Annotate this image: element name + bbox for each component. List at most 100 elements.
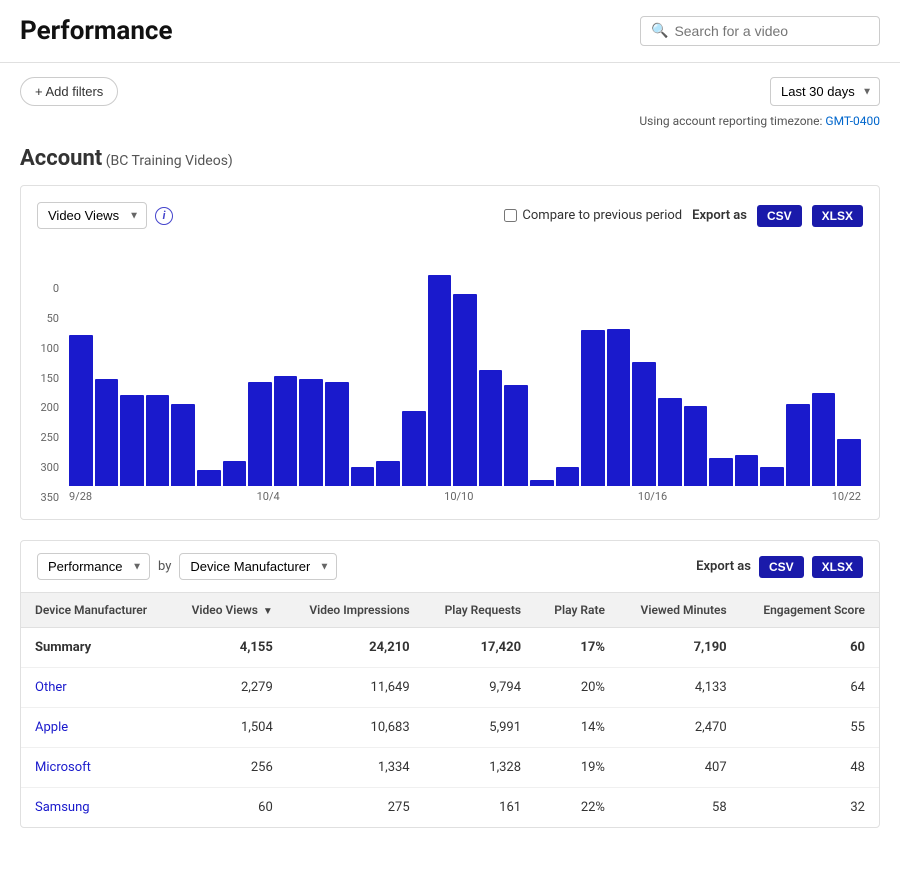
table-export-label: Export as	[696, 559, 751, 574]
compare-checkbox[interactable]	[504, 209, 517, 222]
table-cell: 64	[741, 668, 879, 708]
bar[interactable]	[581, 330, 605, 486]
toolbar: + Add filters Last 30 days	[0, 63, 900, 112]
bar[interactable]	[760, 467, 784, 486]
x-axis-label: 10/4	[257, 490, 280, 503]
table-cell: 161	[424, 788, 535, 828]
table-header-cell[interactable]: Viewed Minutes	[619, 593, 741, 628]
table-toolbar-right: Export as CSV XLSX	[696, 556, 863, 578]
bar[interactable]	[248, 382, 272, 486]
timezone-row: Using account reporting timezone: GMT-04…	[0, 112, 900, 136]
table-cell: 4,133	[619, 668, 741, 708]
bar[interactable]	[95, 379, 119, 486]
bar[interactable]	[428, 275, 452, 486]
metric-select-wrapper: Video Views	[37, 202, 147, 229]
bar[interactable]	[402, 411, 426, 486]
y-axis-label: 250	[37, 432, 59, 443]
x-axis-label: 10/22	[832, 490, 861, 503]
compare-label[interactable]: Compare to previous period	[504, 208, 682, 223]
table-head: Device ManufacturerVideo Views ▼Video Im…	[21, 593, 879, 628]
y-axis: 350300250200150100500	[37, 283, 67, 503]
bar[interactable]	[351, 467, 375, 486]
bar[interactable]	[632, 362, 656, 486]
x-axis-label: 9/28	[69, 490, 92, 503]
bar[interactable]	[530, 480, 554, 486]
table-cell-name[interactable]: Samsung	[21, 788, 170, 828]
bar[interactable]	[607, 329, 631, 486]
chart-toolbar-left: Video Views i	[37, 202, 173, 229]
table-header-cell[interactable]: Engagement Score	[741, 593, 879, 628]
export-label: Export as	[692, 208, 747, 223]
table-body: Summary4,15524,21017,42017%7,19060Other2…	[21, 628, 879, 828]
bar[interactable]	[479, 370, 503, 486]
table-header-cell[interactable]: Device Manufacturer	[21, 593, 170, 628]
bar[interactable]	[146, 395, 170, 486]
search-box[interactable]: 🔍	[640, 16, 880, 46]
device-select[interactable]: Device Manufacturer	[179, 553, 337, 580]
bar[interactable]	[812, 393, 836, 486]
bar[interactable]	[325, 382, 349, 486]
bar[interactable]	[504, 385, 528, 486]
bar[interactable]	[837, 439, 861, 486]
table-cell: 1,328	[424, 748, 535, 788]
table-header-cell[interactable]: Video Views ▼	[170, 593, 286, 628]
info-icon[interactable]: i	[155, 207, 173, 225]
bar[interactable]	[735, 455, 759, 486]
chart-toolbar-right: Compare to previous period Export as CSV…	[504, 205, 863, 227]
table-cell: 2,279	[170, 668, 286, 708]
bar[interactable]	[786, 404, 810, 486]
table-header-cell[interactable]: Play Requests	[424, 593, 535, 628]
table-cell-name[interactable]: Other	[21, 668, 170, 708]
table-cell: 20%	[535, 668, 619, 708]
bar[interactable]	[376, 461, 400, 486]
timezone-text: Using account reporting timezone:	[639, 114, 822, 128]
bar[interactable]	[120, 395, 144, 486]
chart-container: Video Views i Compare to previous period…	[20, 185, 880, 520]
bar[interactable]	[223, 461, 247, 486]
bar[interactable]	[69, 335, 93, 486]
account-subtitle: (BC Training Videos)	[106, 153, 233, 169]
table-row: Apple1,50410,6835,99114%2,47055	[21, 708, 879, 748]
bar[interactable]	[299, 379, 323, 486]
bar[interactable]	[197, 470, 221, 486]
bar[interactable]	[171, 404, 195, 486]
x-axis: 9/2810/410/1010/1610/22	[67, 486, 863, 503]
table-cell: 275	[287, 788, 424, 828]
bar[interactable]	[556, 467, 580, 486]
table-cell: 19%	[535, 748, 619, 788]
add-filter-button[interactable]: + Add filters	[20, 77, 118, 106]
table-cell-name[interactable]: Microsoft	[21, 748, 170, 788]
table-row: Microsoft2561,3341,32819%40748	[21, 748, 879, 788]
table-xlsx-button[interactable]: XLSX	[812, 556, 863, 578]
table-header-cell[interactable]: Play Rate	[535, 593, 619, 628]
bar[interactable]	[658, 398, 682, 486]
y-axis-label: 100	[37, 343, 59, 354]
table-csv-button[interactable]: CSV	[759, 556, 804, 578]
bar[interactable]	[709, 458, 733, 486]
bar[interactable]	[274, 376, 298, 486]
timezone-link[interactable]: GMT-0400	[825, 114, 880, 128]
table-cell: 14%	[535, 708, 619, 748]
table-toolbar: Performance by Device Manufacturer Expor…	[21, 541, 879, 592]
table-row: Samsung6027516122%5832	[21, 788, 879, 828]
chart-xlsx-button[interactable]: XLSX	[812, 205, 863, 227]
table-header-cell[interactable]: Video Impressions	[287, 593, 424, 628]
account-section: Account (BC Training Videos)	[0, 136, 900, 185]
search-input[interactable]	[674, 23, 869, 39]
bar[interactable]	[453, 294, 477, 486]
metric-select[interactable]: Video Views	[37, 202, 147, 229]
y-axis-label: 0	[37, 283, 59, 294]
bar[interactable]	[684, 406, 708, 486]
x-axis-label: 10/10	[444, 490, 473, 503]
table-cell: 11,649	[287, 668, 424, 708]
table-cell: 58	[619, 788, 741, 828]
perf-select-wrapper: Performance	[37, 553, 150, 580]
table-cell: 10,683	[287, 708, 424, 748]
y-axis-label: 150	[37, 373, 59, 384]
table-cell: 256	[170, 748, 286, 788]
chart-body: 9/2810/410/1010/1610/22	[67, 486, 863, 503]
date-range-select[interactable]: Last 30 days	[770, 77, 880, 106]
chart-csv-button[interactable]: CSV	[757, 205, 802, 227]
table-cell-name[interactable]: Apple	[21, 708, 170, 748]
perf-select[interactable]: Performance	[37, 553, 150, 580]
